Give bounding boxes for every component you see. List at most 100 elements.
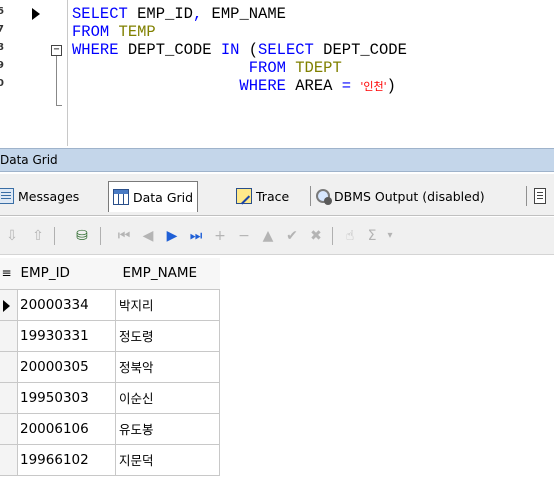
table-row[interactable]: 19950303 이순신 xyxy=(0,381,220,414)
sum-icon[interactable]: Σ xyxy=(362,226,382,246)
column-header-emp-id[interactable]: EMP_ID xyxy=(17,258,116,289)
row-indicator[interactable] xyxy=(0,288,18,321)
find-records-icon[interactable]: ⛁ xyxy=(72,226,92,246)
hand-icon[interactable]: ☝ xyxy=(340,226,360,246)
code-token: DEPT_CODE xyxy=(127,41,221,59)
row-indicator[interactable] xyxy=(0,381,18,414)
tab-more[interactable] xyxy=(534,182,550,210)
code-token: ( xyxy=(248,41,259,59)
code-token: AREA xyxy=(295,77,342,95)
edit-record-icon[interactable]: ▲ xyxy=(258,226,278,246)
table-row[interactable]: 19930331 정도령 xyxy=(0,319,220,352)
code-token: TEMP xyxy=(118,23,156,41)
code-line[interactable]: SELECT EMP_ID, EMP_NAME xyxy=(72,5,407,23)
row-indicator[interactable] xyxy=(0,350,18,383)
cell-emp-id[interactable]: 20000334 xyxy=(17,288,116,321)
code-token: SELECT xyxy=(258,41,324,59)
result-tabs: Messages Data Grid Trace DBMS Output (di… xyxy=(0,174,554,216)
document-icon xyxy=(534,188,546,204)
code-token: TDEPT xyxy=(295,59,342,77)
tab-separator xyxy=(310,186,311,206)
code-token: ) xyxy=(386,77,396,95)
code-token: DEPT_CODE xyxy=(323,41,407,59)
code-token: SELECT xyxy=(72,5,138,23)
grid-toolbar: ⇩ ⇧ ⛁ ⏮ ◀ ▶ ⏭ + − ▲ ✔ ✖ ☝ Σ ▾ xyxy=(0,217,554,255)
line-number: 8 xyxy=(0,42,4,53)
post-edit-icon[interactable]: ✔ xyxy=(282,226,302,246)
data-grid-icon xyxy=(113,189,129,205)
sql-editor[interactable]: 6 7 8 9 0 − SELECT EMP_ID, EMP_NAME FROM … xyxy=(0,0,554,146)
code-token: , xyxy=(192,5,212,23)
insert-record-icon[interactable]: + xyxy=(210,226,230,246)
line-number: 9 xyxy=(0,60,4,71)
cell-emp-name[interactable]: 이순신 xyxy=(115,381,220,414)
tab-label: DBMS Output (disabled) xyxy=(334,188,485,204)
code-line[interactable]: FROM TEMP xyxy=(72,23,407,41)
next-record-icon[interactable]: ▶ xyxy=(162,226,182,246)
tab-dbms-output[interactable]: DBMS Output (disabled) xyxy=(316,182,485,210)
last-record-icon[interactable]: ⏭ xyxy=(186,226,206,246)
import-icon[interactable]: ⇧ xyxy=(28,226,48,246)
line-number: 6 xyxy=(0,6,4,17)
cell-emp-name[interactable]: 박지리 xyxy=(115,288,220,321)
code-token: FROM xyxy=(72,59,296,77)
chevron-down-icon[interactable]: ▾ xyxy=(380,226,400,246)
cell-emp-id[interactable]: 20000305 xyxy=(17,350,116,383)
tab-messages[interactable]: Messages xyxy=(0,182,79,210)
code-token: WHERE xyxy=(72,77,296,95)
cancel-edit-icon[interactable]: ✖ xyxy=(306,226,326,246)
row-indicator[interactable] xyxy=(0,443,18,476)
code-line[interactable]: WHERE AREA = '인천') xyxy=(72,77,407,95)
cell-emp-name[interactable]: 지문덕 xyxy=(115,443,220,476)
toolbar-separator xyxy=(100,227,101,245)
line-number: 7 xyxy=(0,24,4,35)
cell-emp-id[interactable]: 19950303 xyxy=(17,381,116,414)
toolbar-separator xyxy=(54,227,55,245)
code-token: EMP_ID xyxy=(137,5,193,23)
messages-icon xyxy=(0,188,14,204)
trace-icon xyxy=(236,188,252,204)
code-line[interactable]: WHERE DEPT_CODE IN (SELECT DEPT_CODE xyxy=(72,41,407,59)
code-token: EMP_NAME xyxy=(211,5,286,23)
results-grid[interactable]: ≡ EMP_ID EMP_NAME 20000334 박지리 19930331 정도령… xyxy=(0,256,554,485)
dbms-output-icon xyxy=(316,189,332,205)
line-number: 0 xyxy=(0,78,4,89)
table-row[interactable]: 20006106 유도봉 xyxy=(0,412,220,445)
delete-record-icon[interactable]: − xyxy=(234,226,254,246)
code-line[interactable]: FROM TDEPT xyxy=(72,59,407,77)
tab-label: Trace xyxy=(256,188,290,204)
cell-emp-name[interactable]: 정도령 xyxy=(115,319,220,352)
cell-emp-name[interactable]: 정북악 xyxy=(115,350,220,383)
tab-trace[interactable]: Trace xyxy=(236,182,289,210)
header-row: ≡ EMP_ID EMP_NAME xyxy=(0,258,220,289)
tab-separator xyxy=(526,186,527,206)
fold-collapse-icon[interactable]: − xyxy=(51,45,62,56)
row-selector-header-icon[interactable]: ≡ xyxy=(0,258,18,289)
table-row[interactable]: 20000334 박지리 xyxy=(0,288,220,321)
cell-emp-id[interactable]: 19930331 xyxy=(17,319,116,352)
tab-data-grid[interactable]: Data Grid xyxy=(108,181,199,212)
sql-code[interactable]: SELECT EMP_ID, EMP_NAME FROM TEMP WHERE DE… xyxy=(72,5,407,95)
cell-emp-id[interactable]: 19966102 xyxy=(17,443,116,476)
first-record-icon[interactable]: ⏮ xyxy=(114,226,134,246)
table-row[interactable]: 20000305 정북악 xyxy=(0,350,220,383)
toolbar-separator xyxy=(332,227,333,245)
results-table: ≡ EMP_ID EMP_NAME 20000334 박지리 19930331 정도령… xyxy=(0,258,220,476)
current-statement-arrow-icon xyxy=(32,8,40,20)
tab-label: Messages xyxy=(18,188,80,204)
code-token: WHERE xyxy=(72,41,128,59)
code-token: FROM xyxy=(72,23,119,41)
row-indicator[interactable] xyxy=(0,319,18,352)
row-indicator[interactable] xyxy=(0,412,18,445)
prior-record-icon[interactable]: ◀ xyxy=(138,226,158,246)
fold-range-line xyxy=(56,56,62,106)
cell-emp-name[interactable]: 유도봉 xyxy=(115,412,220,445)
code-token: '인천' xyxy=(360,80,387,93)
cell-emp-id[interactable]: 20006106 xyxy=(17,412,116,445)
panel-title: Data Grid xyxy=(0,153,58,167)
column-header-emp-name[interactable]: EMP_NAME xyxy=(115,258,220,289)
editor-gutter: 6 7 8 9 0 − xyxy=(0,0,68,146)
export-icon[interactable]: ⇩ xyxy=(2,226,22,246)
table-row[interactable]: 19966102 지문덕 xyxy=(0,443,220,476)
code-token: = xyxy=(341,77,361,95)
